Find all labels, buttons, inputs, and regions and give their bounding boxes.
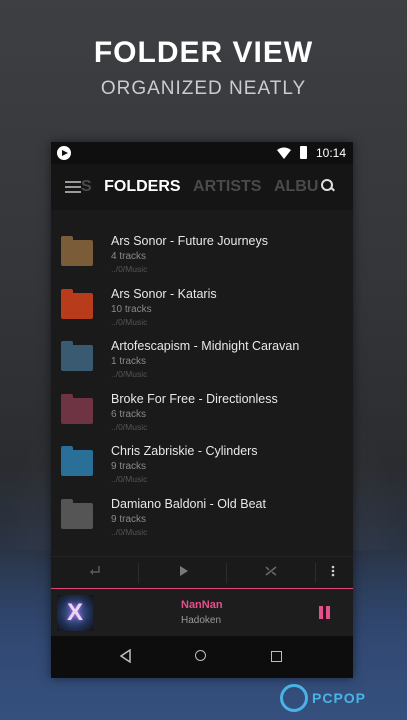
folder-track-count: 4 tracks (111, 251, 147, 262)
folder-track-count: 9 tracks (111, 461, 147, 472)
folder-track-count: 6 tracks (111, 408, 147, 420)
folder-title: Chris Zabriskie - Cylinders (111, 444, 258, 458)
system-nav-bar (51, 636, 353, 678)
play-icon[interactable] (179, 565, 189, 577)
tab-artists[interactable]: ARTISTS (193, 178, 261, 196)
battery-icon (300, 146, 307, 159)
play-notification-icon (57, 146, 71, 160)
folder-track-count: 1 tracks (111, 356, 147, 367)
menu-icon[interactable] (65, 181, 81, 193)
tab-songs[interactable]: S (81, 178, 92, 196)
folder-path: ../0/Music (111, 369, 148, 379)
folder-path: ../0/Music (111, 316, 148, 327)
folder-title: Damiano Baldoni - Old Beat (111, 496, 266, 511)
playback-controls (51, 556, 353, 589)
wifi-icon (277, 147, 291, 159)
now-playing-title: NanNan (181, 599, 223, 611)
tab-strip: S FOLDERS ARTISTS ALBU (81, 178, 326, 196)
pause-icon[interactable] (319, 606, 331, 620)
shuffle-icon[interactable] (265, 565, 277, 577)
list-item[interactable]: Chris Zabriskie - Cylinders 9 tracks ../… (51, 436, 353, 489)
more-icon[interactable] (331, 565, 335, 577)
home-icon[interactable] (195, 650, 206, 661)
divider (315, 563, 316, 583)
now-playing-bar[interactable]: X NanNan Hadoken (51, 588, 353, 637)
divider (226, 563, 227, 583)
now-playing-artist: Hadoken (181, 615, 222, 626)
list-item[interactable]: Damiano Baldoni - Old Beat 9 tracks ../0… (51, 489, 353, 542)
watermark-circle-icon (280, 684, 308, 712)
folder-icon (61, 288, 93, 319)
back-icon[interactable] (119, 649, 131, 663)
divider (138, 563, 139, 583)
tab-albums[interactable]: ALBU (274, 178, 318, 196)
folder-title: Artofescapism - Midnight Caravan (111, 339, 300, 353)
folder-list: Ars Sonor - Future Journeys 4 tracks ../… (51, 226, 353, 556)
folder-title: Broke For Free - Directionless (111, 391, 278, 406)
folder-path: ../0/Music (111, 474, 148, 484)
folder-icon (61, 341, 93, 371)
search-icon[interactable] (321, 179, 335, 192)
folder-icon (61, 236, 93, 266)
promo-subtitle: ORGANIZED NEATLY (100, 78, 307, 99)
watermark-logo: PCPOP (280, 682, 405, 718)
folder-track-count: 10 tracks (111, 303, 152, 315)
folder-path: ../0/Music (111, 526, 148, 537)
folder-icon (61, 393, 93, 424)
folder-path: ../0/Music (111, 264, 148, 274)
folder-icon (61, 446, 93, 476)
folder-title: Ars Sonor - Kataris (111, 286, 217, 301)
folder-path: ../0/Music (111, 421, 148, 432)
list-item[interactable]: Artofescapism - Midnight Caravan 1 track… (51, 331, 353, 384)
folder-icon (61, 498, 93, 529)
app-bar: S FOLDERS ARTISTS ALBU (51, 164, 353, 210)
tab-folders[interactable]: FOLDERS (104, 178, 180, 196)
return-icon[interactable] (89, 565, 101, 577)
list-item[interactable]: Ars Sonor - Kataris 10 tracks ../0/Music (51, 279, 353, 332)
watermark-text: PCPOP (312, 690, 367, 706)
list-item[interactable]: Ars Sonor - Future Journeys 4 tracks ../… (51, 226, 353, 279)
phone-screen: 10:14 S FOLDERS ARTISTS ALBU Ars Sonor -… (51, 142, 353, 678)
status-time: 10:14 (316, 146, 347, 160)
recents-icon[interactable] (271, 651, 282, 662)
album-art-icon: X (57, 595, 93, 631)
promo-title: FOLDER VIEW (93, 36, 314, 69)
list-item[interactable]: Broke For Free - Directionless 6 tracks … (51, 384, 353, 437)
folder-title: Ars Sonor - Future Journeys (111, 234, 269, 248)
folder-track-count: 9 tracks (111, 513, 147, 525)
status-bar: 10:14 (51, 142, 353, 164)
